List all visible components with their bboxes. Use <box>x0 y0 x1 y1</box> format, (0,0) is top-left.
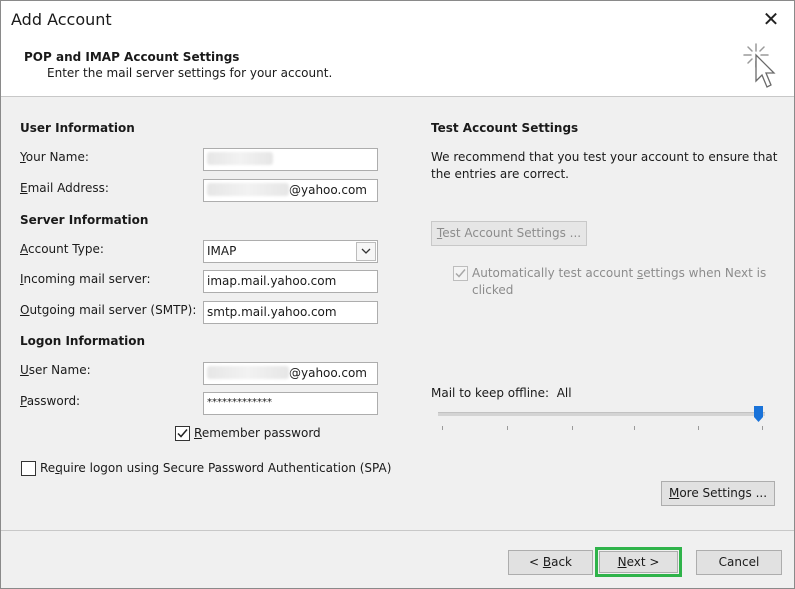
slider-tick <box>762 426 763 430</box>
close-icon[interactable]: ✕ <box>760 8 782 30</box>
mail-offline-value: All <box>556 386 572 400</box>
header-area: Add Account ✕ POP and IMAP Account Setti… <box>1 1 794 97</box>
spa-label[interactable]: Require logon using Secure Password Auth… <box>40 461 391 475</box>
slider-tick <box>572 426 573 430</box>
server-information-heading: Server Information <box>20 213 149 227</box>
checkmark-icon <box>455 269 466 278</box>
auto-test-checkbox[interactable] <box>453 266 468 281</box>
chevron-down-icon[interactable] <box>356 242 376 261</box>
slider-tick <box>698 426 699 430</box>
window-title: Add Account <box>11 10 112 29</box>
outgoing-server-input[interactable]: smtp.mail.yahoo.com <box>203 301 378 324</box>
password-input[interactable]: ************* <box>203 392 378 415</box>
user-name-input[interactable]: @yahoo.com <box>203 362 378 385</box>
wizard-cursor-icon <box>743 43 776 88</box>
user-information-heading: User Information <box>20 121 135 135</box>
email-address-input[interactable]: @yahoo.com <box>203 179 378 202</box>
incoming-server-input[interactable]: imap.mail.yahoo.com <box>203 270 378 293</box>
offline-slider-track[interactable] <box>438 412 765 416</box>
more-settings-button[interactable]: More Settings ... <box>661 481 775 506</box>
redacted-username <box>207 366 289 379</box>
redacted-name <box>207 152 273 165</box>
test-account-settings-heading: Test Account Settings <box>431 121 579 135</box>
test-account-settings-button[interactable]: Test Account Settings ... <box>431 221 587 246</box>
test-description-line1: We recommend that you test your account … <box>431 150 778 164</box>
auto-test-label-line2: clicked <box>472 283 514 297</box>
mail-offline-label: Mail to keep offline: All <box>431 386 572 400</box>
spa-checkbox[interactable] <box>21 461 36 476</box>
your-name-label: Your Name: <box>20 150 89 164</box>
footer-separator <box>1 530 794 531</box>
remember-password-checkbox[interactable] <box>175 426 190 441</box>
checkmark-icon <box>177 429 188 438</box>
page-heading: POP and IMAP Account Settings <box>24 50 240 64</box>
outgoing-server-label: Outgoing mail server (SMTP): <box>20 303 197 317</box>
cancel-button[interactable]: Cancel <box>696 550 782 575</box>
slider-tick <box>634 426 635 430</box>
back-button[interactable]: < Back <box>508 550 593 575</box>
test-description-line2: the entries are correct. <box>431 167 569 181</box>
next-button[interactable]: Next > <box>599 551 678 573</box>
slider-tick <box>507 426 508 430</box>
account-type-select[interactable]: IMAP <box>203 240 378 263</box>
offline-slider-thumb[interactable] <box>754 406 763 422</box>
auto-test-label[interactable]: Automatically test account settings when… <box>472 266 766 280</box>
account-type-label: Account Type: <box>20 242 104 256</box>
your-name-input[interactable] <box>203 148 378 171</box>
password-label: Password: <box>20 394 81 408</box>
remember-password-label[interactable]: Remember password <box>194 426 321 440</box>
redacted-email <box>207 183 289 196</box>
add-account-window: Add Account ✕ POP and IMAP Account Setti… <box>0 0 795 589</box>
incoming-server-label: Incoming mail server: <box>20 272 151 286</box>
logon-information-heading: Logon Information <box>20 334 146 348</box>
user-name-label: User Name: <box>20 363 91 377</box>
email-address-label: Email Address: <box>20 181 109 195</box>
slider-tick <box>442 426 443 430</box>
page-subheading: Enter the mail server settings for your … <box>47 66 333 80</box>
